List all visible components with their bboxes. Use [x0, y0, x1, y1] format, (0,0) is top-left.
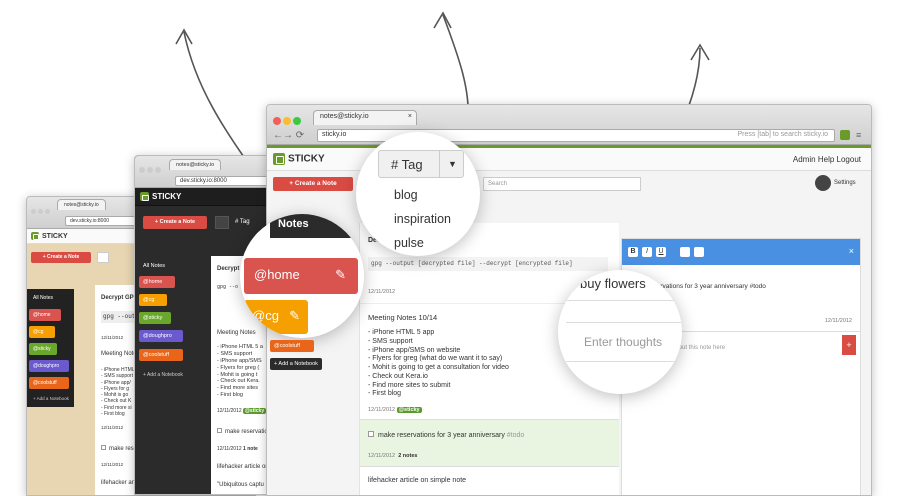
add-notebook-button[interactable]: + Add a Notebook [139, 369, 187, 381]
tag-option[interactable]: pulse [394, 236, 424, 250]
save-icon[interactable] [680, 247, 690, 257]
note-body: - iPhone HTML - SMS support - iPhone app/-… [101, 367, 135, 417]
note-date: 12/11/2012 [101, 335, 124, 340]
notebook-sticky[interactable]: @sticky [139, 312, 171, 324]
extension-icon[interactable] [840, 130, 850, 140]
note-date: 12/11/2012 [368, 289, 396, 295]
logo: STICKY [31, 232, 68, 240]
logo: STICKY [140, 192, 181, 202]
note-title: buy flowers [580, 276, 646, 291]
italic-icon[interactable]: I [642, 247, 652, 257]
trash-icon[interactable] [694, 247, 704, 257]
note-title: Meeting Notes 10/14 [368, 313, 438, 322]
notebook-home[interactable]: @home [29, 309, 61, 321]
note-body: gpg --output [decrypted file] --decrypt … [368, 257, 608, 271]
tag-option[interactable]: blog [394, 188, 418, 202]
list-item[interactable]: "Ubiquitous captu [217, 482, 264, 490]
create-note-button[interactable]: + Create a Note [31, 252, 91, 263]
note-body: gpg --o [217, 284, 239, 290]
note-date: 12/11/2012 [101, 462, 124, 467]
add-comment-button[interactable]: + [842, 335, 856, 355]
zoom-note-editor: buy flowers Enter thoughts [558, 270, 682, 394]
notebook-doughpro[interactable]: @doughpro [29, 360, 69, 372]
add-notebook-button[interactable]: + Add a Notebook [270, 358, 322, 370]
notebook-coolstuff[interactable]: @coolstuff [270, 340, 314, 352]
zoom-tag-dropdown: # Tag ▼ blog inspiration pulse [356, 132, 480, 256]
logo: STICKY [273, 153, 325, 165]
note-meta: 12/11/2012 1 note [217, 446, 258, 452]
pencil-icon: ✎ [289, 308, 300, 323]
logout-link[interactable]: Logout [837, 155, 861, 164]
note-title: Decrypt [217, 266, 240, 272]
note-body: - iPhone HTML 5 app - SMS support - iPhone… [368, 329, 509, 398]
tag-option[interactable]: inspiration [394, 212, 451, 226]
editor-toolbar: B I U × [622, 239, 860, 265]
create-note-button[interactable]: + Create a Note [143, 216, 207, 229]
underline-icon[interactable]: U [656, 247, 666, 257]
zoom-notebooks: Notes @home ✎ @cg ✎ [240, 214, 364, 338]
tag-button[interactable]: # Tag [235, 216, 265, 229]
note-body: - iPhone HTML 5 a- SMS support - iPhone a… [217, 344, 263, 399]
status-badge: @sticky [396, 407, 422, 413]
browser-chrome: notes@sticky.io × ←→ ⟳ sticky.io Press [ta… [267, 105, 871, 145]
top-nav: Admin Help Logout [793, 155, 861, 164]
notebook-cg[interactable]: @cg [139, 294, 167, 306]
menu-icon[interactable]: ≡ [856, 130, 861, 140]
chevron-down-icon: ▼ [439, 151, 465, 177]
search-input[interactable]: Search [483, 177, 641, 191]
notebook-all-notes[interactable]: All Notes [139, 260, 169, 272]
tab[interactable]: notes@sticky.io [169, 159, 222, 170]
sidebar-header: Notes [270, 214, 364, 238]
bold-icon[interactable]: B [628, 247, 638, 257]
notebook-cg[interactable]: @cg [29, 326, 55, 338]
checkbox [368, 431, 374, 437]
tag-button[interactable]: # Tag ▼ [378, 150, 464, 178]
app-bar: STICKY Admin Help Logout [267, 145, 871, 171]
tag-menu: blog inspiration pulse [378, 180, 478, 256]
list-item[interactable]: lifehacker art [101, 480, 135, 488]
note-meta: 12/11/2012 2 notes [368, 453, 418, 459]
pencil-icon: ✎ [335, 267, 346, 282]
list-item[interactable]: lifehacker article on simple note [368, 477, 466, 486]
status-badge: @sticky [243, 408, 267, 414]
list-item[interactable]: make reservatio [217, 428, 268, 437]
nav-arrows-icon[interactable]: ←→ ⟳ [273, 130, 304, 141]
list-view-button[interactable] [215, 216, 229, 229]
list-item[interactable]: make reservations for 3 year anniversary… [368, 431, 524, 441]
notebook-coolstuff[interactable]: @coolstuff [29, 377, 69, 389]
notebook-home[interactable]: @home [139, 276, 175, 288]
note-title: Decrypt GPG [101, 295, 139, 301]
notebook-doughpro[interactable]: @doughpro [139, 330, 183, 342]
tab[interactable]: notes@sticky.io × [313, 110, 417, 125]
note-meta: 12/11/2012 @sticky [217, 408, 267, 414]
thoughts-input[interactable]: Enter thoughts [566, 322, 682, 362]
settings-link[interactable]: Settings [834, 180, 856, 186]
window-controls[interactable] [273, 112, 303, 130]
help-link[interactable]: Help [818, 155, 834, 164]
add-notebook-button[interactable]: + Add a Notebook [29, 393, 73, 404]
list-view-button[interactable] [97, 252, 109, 263]
list-item[interactable]: lifehacker article on [217, 464, 269, 472]
close-icon[interactable]: × [849, 246, 854, 256]
note-date: 12/11/2012 [824, 318, 852, 324]
notebook-cg[interactable]: @cg ✎ [244, 300, 308, 334]
notebook-sticky[interactable]: @sticky [29, 343, 57, 355]
create-note-button[interactable]: + Create a Note [273, 177, 353, 191]
admin-link[interactable]: Admin [793, 155, 816, 164]
avatar[interactable] [815, 175, 831, 191]
notebook-all-notes[interactable]: All Notes [29, 292, 58, 304]
note-date: 12/11/2012 [101, 425, 124, 430]
sidebar: All Notes @home @cg @sticky @doughpro @c… [27, 289, 74, 407]
tab[interactable]: notes@sticky.io [57, 199, 106, 210]
note-meta: 12/11/2012 @sticky [368, 407, 422, 413]
notebook-coolstuff[interactable]: @coolstuff [139, 349, 183, 361]
close-icon: × [407, 113, 412, 120]
notebook-home[interactable]: @home ✎ [244, 258, 358, 294]
